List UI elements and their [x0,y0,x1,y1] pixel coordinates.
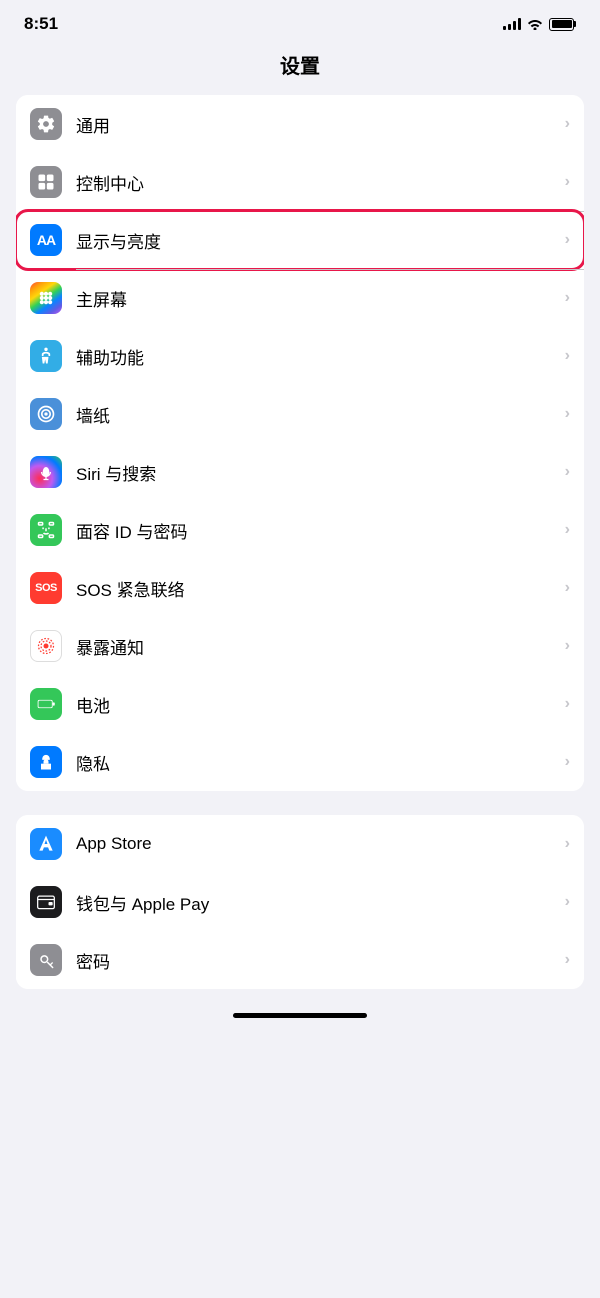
battery-status-icon [549,18,576,31]
accessibility-label: 辅助功能 [76,344,557,369]
home-label: 主屏幕 [76,286,557,311]
settings-item-faceid[interactable]: 面容 ID 与密码 › [16,501,584,559]
settings-item-control-center[interactable]: 控制中心 › [16,153,584,211]
wallpaper-chevron: › [565,405,570,423]
passwords-icon [30,944,62,976]
status-bar: 8:51 [0,0,600,42]
exposure-icon [30,630,62,662]
wallpaper-icon [30,398,62,430]
sos-label: SOS 紧急联络 [76,576,557,601]
page-title: 设置 [0,42,600,95]
faceid-label: 面容 ID 与密码 [76,518,557,543]
settings-item-general[interactable]: 通用 › [16,95,584,153]
settings-item-wallpaper[interactable]: 墙纸 › [16,385,584,443]
battery-chevron: › [565,695,570,713]
wallet-icon [30,886,62,918]
exposure-chevron: › [565,637,570,655]
home-chevron: › [565,289,570,307]
control-center-label: 控制中心 [76,170,557,195]
wallet-label: 钱包与 Apple Pay [76,890,557,915]
status-icons [503,18,576,31]
settings-item-display[interactable]: AA 显示与亮度 › [16,211,584,269]
general-chevron: › [565,115,570,133]
settings-group-2: App Store › 钱包与 Apple Pay › 密码 › [16,815,584,989]
siri-icon [30,456,62,488]
sos-chevron: › [565,579,570,597]
passwords-label: 密码 [76,948,557,973]
sos-icon: SOS [30,572,62,604]
display-label: 显示与亮度 [76,228,557,253]
control-center-chevron: › [565,173,570,191]
settings-item-accessibility[interactable]: 辅助功能 › [16,327,584,385]
settings-item-home[interactable]: 主屏幕 › [16,269,584,327]
appstore-icon [30,828,62,860]
signal-icon [503,18,521,30]
home-icon [30,282,62,314]
settings-item-battery[interactable]: 电池 › [16,675,584,733]
settings-item-sos[interactable]: SOS SOS 紧急联络 › [16,559,584,617]
wallpaper-label: 墙纸 [76,402,557,427]
appstore-label: App Store [76,834,557,854]
wifi-icon [527,18,543,30]
home-bar [233,1013,367,1018]
status-time: 8:51 [24,14,58,34]
appstore-chevron: › [565,835,570,853]
exposure-label: 暴露通知 [76,634,557,659]
settings-item-wallet[interactable]: 钱包与 Apple Pay › [16,873,584,931]
settings-item-siri[interactable]: Siri 与搜索 › [16,443,584,501]
settings-item-appstore[interactable]: App Store › [16,815,584,873]
battery-label: 电池 [76,692,557,717]
settings-group-1: 通用 › 控制中心 › AA 显示与亮度 › 主屏幕 › 辅助功能 › [16,95,584,791]
siri-label: Siri 与搜索 [76,460,557,485]
settings-item-privacy[interactable]: 隐私 › [16,733,584,791]
wallet-chevron: › [565,893,570,911]
faceid-icon [30,514,62,546]
display-chevron: › [565,231,570,249]
siri-chevron: › [565,463,570,481]
accessibility-icon [30,340,62,372]
battery-icon [30,688,62,720]
accessibility-chevron: › [565,347,570,365]
general-icon [30,108,62,140]
privacy-chevron: › [565,753,570,771]
settings-item-passwords[interactable]: 密码 › [16,931,584,989]
display-icon: AA [30,224,62,256]
settings-item-exposure[interactable]: 暴露通知 › [16,617,584,675]
privacy-label: 隐私 [76,750,557,775]
passwords-chevron: › [565,951,570,969]
general-label: 通用 [76,112,557,137]
privacy-icon [30,746,62,778]
faceid-chevron: › [565,521,570,539]
control-center-icon [30,166,62,198]
